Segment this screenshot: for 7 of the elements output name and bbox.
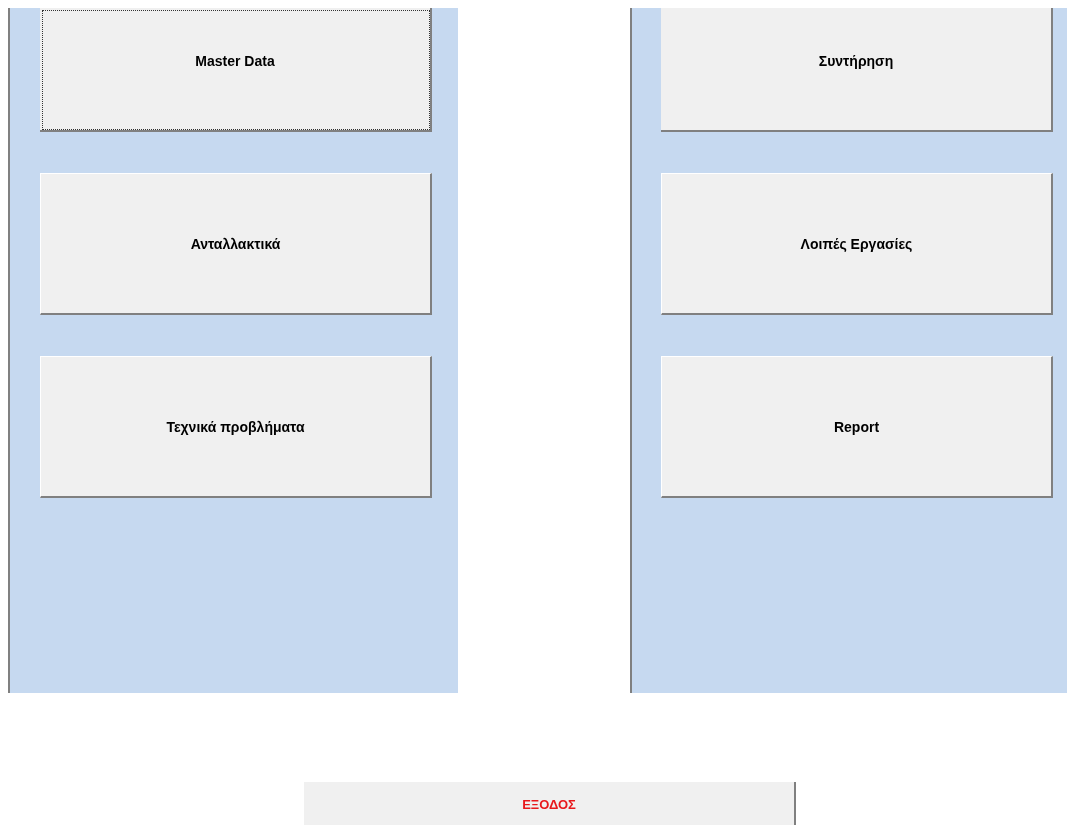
- menu-button[interactable]: Λοιπές Εργασίες: [661, 173, 1053, 315]
- exit-button[interactable]: ΕΞΟΔΟΣ: [304, 782, 796, 825]
- menu-button[interactable]: Συντήρηση: [661, 8, 1053, 132]
- menu-button[interactable]: Master Data: [40, 8, 432, 132]
- menu-button[interactable]: Report: [661, 356, 1053, 498]
- menu-button[interactable]: Τεχνικά προβλήματα: [40, 356, 432, 498]
- menu-button[interactable]: Ανταλλακτικά: [40, 173, 432, 315]
